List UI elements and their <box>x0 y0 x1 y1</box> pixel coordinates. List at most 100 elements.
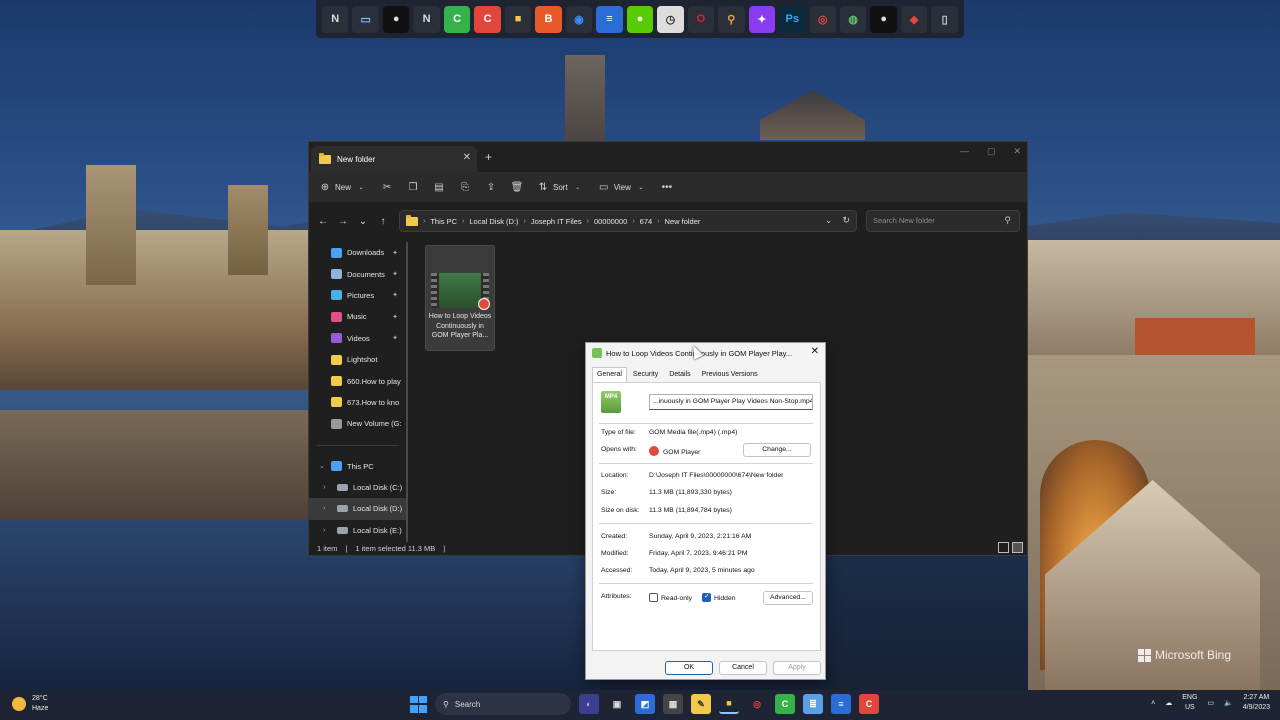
breadcrumb-item[interactable]: Joseph IT Files <box>531 217 582 226</box>
ok-button[interactable]: OK <box>665 661 713 675</box>
camtasia-green-icon[interactable]: C <box>443 5 471 33</box>
cloud-icon[interactable]: ☁ <box>1165 699 1172 707</box>
close-icon[interactable]: ✕ <box>811 346 819 357</box>
forward-icon[interactable]: → <box>333 216 353 227</box>
chevron-right-icon[interactable]: › <box>462 218 464 225</box>
language-indicator[interactable]: ENG US <box>1182 693 1197 713</box>
calculator-icon[interactable]: ▦ <box>663 694 683 714</box>
copy-icon[interactable]: ❐ <box>407 181 419 193</box>
address-history-icon[interactable]: ⌄ <box>825 215 833 226</box>
monitor-icon[interactable]: ▭ <box>352 5 379 33</box>
chrome-icon[interactable]: ◎ <box>809 5 836 33</box>
hidden-checkbox-box[interactable] <box>701 592 711 602</box>
breadcrumb-item[interactable]: This PC <box>430 217 457 226</box>
details-view-icon[interactable] <box>998 542 1009 553</box>
close-tab-icon[interactable]: ✕ <box>463 152 471 163</box>
hidden-checkbox[interactable]: Hidden <box>701 592 736 602</box>
copilot-icon[interactable]: ◐ <box>579 694 599 714</box>
chevron-up-icon[interactable]: ˄ <box>1151 700 1155 707</box>
task-view-icon[interactable]: ▣ <box>607 694 627 714</box>
delete-icon[interactable]: 🗑 <box>511 181 524 193</box>
file-explorer-icon[interactable]: ■ <box>719 694 739 714</box>
sidebar-item[interactable]: Downloads ✦ <box>309 242 407 263</box>
tab-general[interactable]: General <box>592 367 627 382</box>
tab-details[interactable]: Details <box>664 367 695 382</box>
volume-icon[interactable]: 🔈 <box>1224 699 1233 707</box>
sidebar-item-drive[interactable]: › Local Disk (C:) <box>309 477 407 498</box>
chevron-right-icon[interactable]: › <box>323 527 325 534</box>
nexus-icon[interactable]: N <box>322 5 349 33</box>
firefox-icon[interactable]: ◉ <box>565 5 593 33</box>
navigation-pane-scrollbar[interactable] <box>406 242 408 542</box>
sidebar-item[interactable]: New Volume (G: <box>309 413 407 434</box>
folder-icon[interactable]: ■ <box>504 5 532 33</box>
file-name-field[interactable]: ...inuously in GOM Player Play Videos No… <box>649 394 813 410</box>
cancel-button[interactable]: Cancel <box>719 661 767 675</box>
breadcrumb-item[interactable]: 674 <box>640 217 653 226</box>
tab-security[interactable]: Security <box>628 367 663 382</box>
chevron-right-icon[interactable]: › <box>632 218 634 225</box>
sidebar-item[interactable]: Lightshot <box>309 349 407 370</box>
rename-icon[interactable]: ⎘ <box>459 181 471 193</box>
view-button[interactable]: ▭ View ⌄ <box>598 181 647 193</box>
opera-icon[interactable]: O <box>687 5 715 33</box>
sidebar-item[interactable]: Pictures ✦ <box>309 285 407 306</box>
network-icon[interactable]: ▭ <box>1207 699 1214 707</box>
chrome-icon[interactable]: ◎ <box>747 694 767 714</box>
search-tool-icon[interactable]: ⚲ <box>718 5 745 33</box>
chevron-right-icon[interactable]: › <box>323 505 325 512</box>
close-window-icon[interactable]: ✕ <box>1013 146 1021 157</box>
duo-icon[interactable]: ● <box>626 5 654 33</box>
taskbar-search[interactable]: ⚲ Search <box>435 693 571 715</box>
breadcrumb-item[interactable]: New folder <box>665 217 701 226</box>
maximize-icon[interactable]: ▢ <box>987 146 996 157</box>
change-button[interactable]: Change... <box>743 443 811 457</box>
advanced-button[interactable]: Advanced... <box>763 591 813 605</box>
paint-icon[interactable]: ◆ <box>900 5 928 33</box>
weather-widget[interactable]: 28°C Haze <box>12 694 48 714</box>
sidebar-item[interactable]: Music ✦ <box>309 306 407 327</box>
obs-icon-2[interactable]: ● <box>870 5 897 33</box>
sidebar-item-drive[interactable]: › Local Disk (E:) <box>309 520 407 541</box>
docs-icon[interactable]: ≡ <box>596 5 623 33</box>
camtasia-red-icon[interactable]: C <box>474 5 501 33</box>
messenger-icon[interactable]: ✦ <box>748 5 776 33</box>
sort-button[interactable]: ⇅ Sort ⌄ <box>537 181 584 193</box>
up-icon[interactable]: ↑ <box>373 216 393 227</box>
new-tab-icon[interactable]: + <box>485 150 492 164</box>
sidebar-item[interactable]: 673.How to kno <box>309 392 407 413</box>
start-icon[interactable] <box>410 695 427 713</box>
notepad-icon[interactable]: ≣ <box>803 694 823 714</box>
recycle-bin-icon[interactable]: ▯ <box>931 5 958 33</box>
back-icon[interactable]: ← <box>313 216 333 227</box>
minimize-icon[interactable]: — <box>960 146 969 157</box>
sidebar-item[interactable]: Documents ✦ <box>309 263 407 284</box>
clock[interactable]: 2:27 AM 4/9/2023 <box>1243 693 1270 713</box>
search-input[interactable]: Search New folder ⚲ <box>866 210 1020 232</box>
tab-previous-versions[interactable]: Previous Versions <box>697 367 763 382</box>
more-options-icon[interactable]: ••• <box>661 181 673 193</box>
camtasia-icon[interactable]: C <box>775 694 795 714</box>
cut-icon[interactable]: ✂ <box>381 181 393 193</box>
sticky-notes-icon[interactable]: ✎ <box>691 694 711 714</box>
breadcrumb-item[interactable]: 00000000 <box>594 217 627 226</box>
nexus-icon-2[interactable]: N <box>413 5 440 33</box>
docs-icon[interactable]: ≡ <box>831 694 851 714</box>
sidebar-item[interactable]: 660.How to play <box>309 370 407 391</box>
camtasia-red-icon[interactable]: C <box>859 694 879 714</box>
file-item[interactable]: How to Loop Videos Continuously in GOM P… <box>425 245 495 351</box>
obs-icon[interactable]: ● <box>382 5 410 33</box>
chevron-right-icon[interactable]: › <box>657 218 659 225</box>
brave-icon[interactable]: B <box>535 5 562 33</box>
refresh-icon[interactable]: ↻ <box>842 215 850 226</box>
paste-icon[interactable]: ▤ <box>433 181 445 193</box>
share-icon[interactable]: ⇪ <box>485 181 497 193</box>
chevron-down-icon[interactable]: ⌄ <box>319 462 325 470</box>
chevron-right-icon[interactable]: › <box>524 218 526 225</box>
address-bar[interactable]: › This PC › Local Disk (D:) › Joseph IT File… <box>399 210 857 232</box>
sidebar-item-drive[interactable]: › Local Disk (D:) <box>309 498 407 520</box>
new-button[interactable]: ⊕ New ⌄ <box>319 181 367 193</box>
chevron-right-icon[interactable]: › <box>587 218 589 225</box>
tiles-view-icon[interactable] <box>1012 542 1023 553</box>
readonly-checkbox-box[interactable] <box>649 593 658 602</box>
